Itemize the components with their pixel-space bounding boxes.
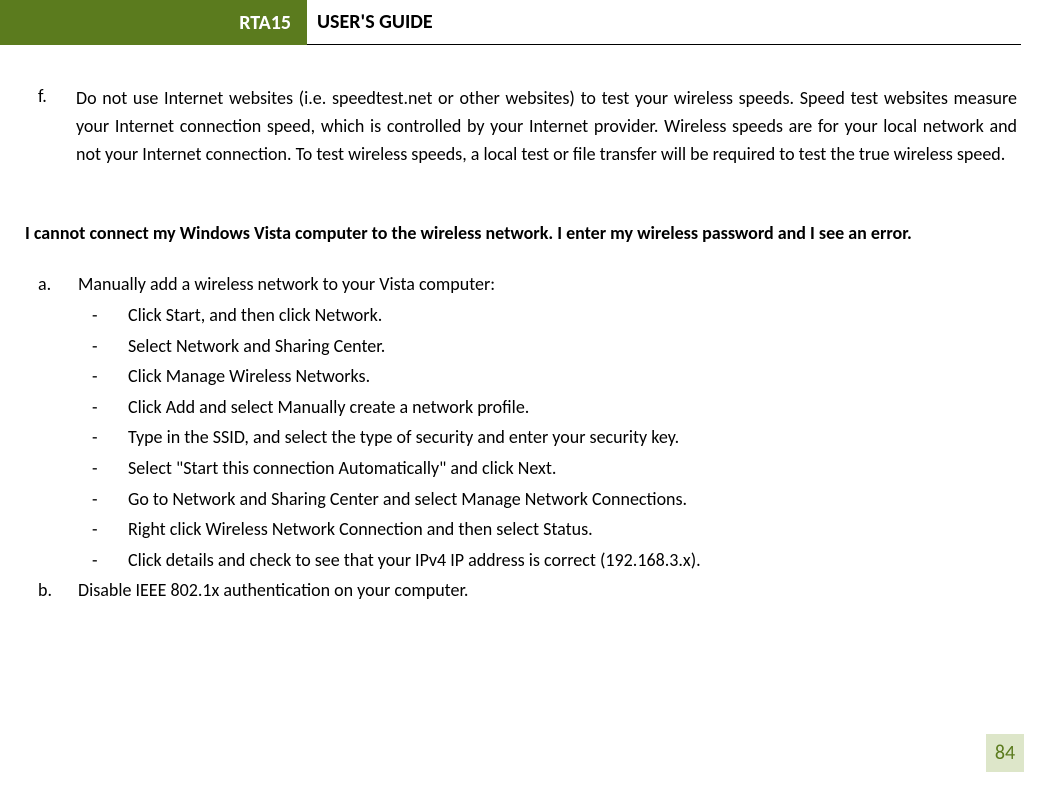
sublist-item: - Select Network and Sharing Center. [92,331,1017,362]
list-text: Manually add a wireless network to your … [78,269,495,300]
dash-marker: - [92,331,128,362]
header-badge: RTA15 [0,0,307,45]
sublist-item: - Click Manage Wireless Networks. [92,361,1017,392]
sublist-text: Right click Wireless Network Connection … [128,514,593,545]
list-abc: a. Manually add a wireless network to yo… [24,269,1017,606]
sublist-item: - Click Start, and then click Network. [92,300,1017,331]
dash-marker: - [92,514,128,545]
page-number: 84 [986,734,1024,772]
sublist: - Click Start, and then click Network. -… [38,300,1017,575]
content: f. Do not use Internet websites (i.e. sp… [0,45,1041,606]
sublist-item: - Right click Wireless Network Connectio… [92,514,1017,545]
sublist-item: - Type in the SSID, and select the type … [92,422,1017,453]
sublist-text: Go to Network and Sharing Center and sel… [128,484,687,515]
sublist-item: - Click Add and select Manually create a… [92,392,1017,423]
list-text: Do not use Internet websites (i.e. speed… [76,85,1017,169]
sublist-item: - Select "Start this connection Automati… [92,453,1017,484]
dash-marker: - [92,484,128,515]
sublist-text: Click Add and select Manually create a n… [128,392,529,423]
sublist-item: - Click details and check to see that yo… [92,545,1017,576]
dash-marker: - [92,545,128,576]
list-item-f: f. Do not use Internet websites (i.e. sp… [24,85,1017,169]
list-marker: b. [38,575,78,606]
dash-marker: - [92,422,128,453]
list-text: Disable IEEE 802.1x authentication on yo… [78,575,468,606]
section-heading: I cannot connect my Windows Vista comput… [24,219,1017,248]
list-item-b: b. Disable IEEE 802.1x authentication on… [38,575,1017,606]
list-item-a: a. Manually add a wireless network to yo… [38,269,1017,300]
dash-marker: - [92,453,128,484]
sublist-text: Click Manage Wireless Networks. [128,361,370,392]
dash-marker: - [92,361,128,392]
sublist-text: Click Start, and then click Network. [128,300,382,331]
dash-marker: - [92,300,128,331]
sublist-text: Type in the SSID, and select the type of… [128,422,679,453]
header-title: USER'S GUIDE [307,0,1021,45]
dash-marker: - [92,392,128,423]
sublist-text: Select "Start this connection Automatica… [128,453,556,484]
sublist-item: - Go to Network and Sharing Center and s… [92,484,1017,515]
list-marker: a. [38,269,78,300]
header: RTA15 USER'S GUIDE [0,0,1041,45]
sublist-text: Click details and check to see that your… [128,545,701,576]
list-marker: f. [24,85,76,169]
sublist-text: Select Network and Sharing Center. [128,331,385,362]
